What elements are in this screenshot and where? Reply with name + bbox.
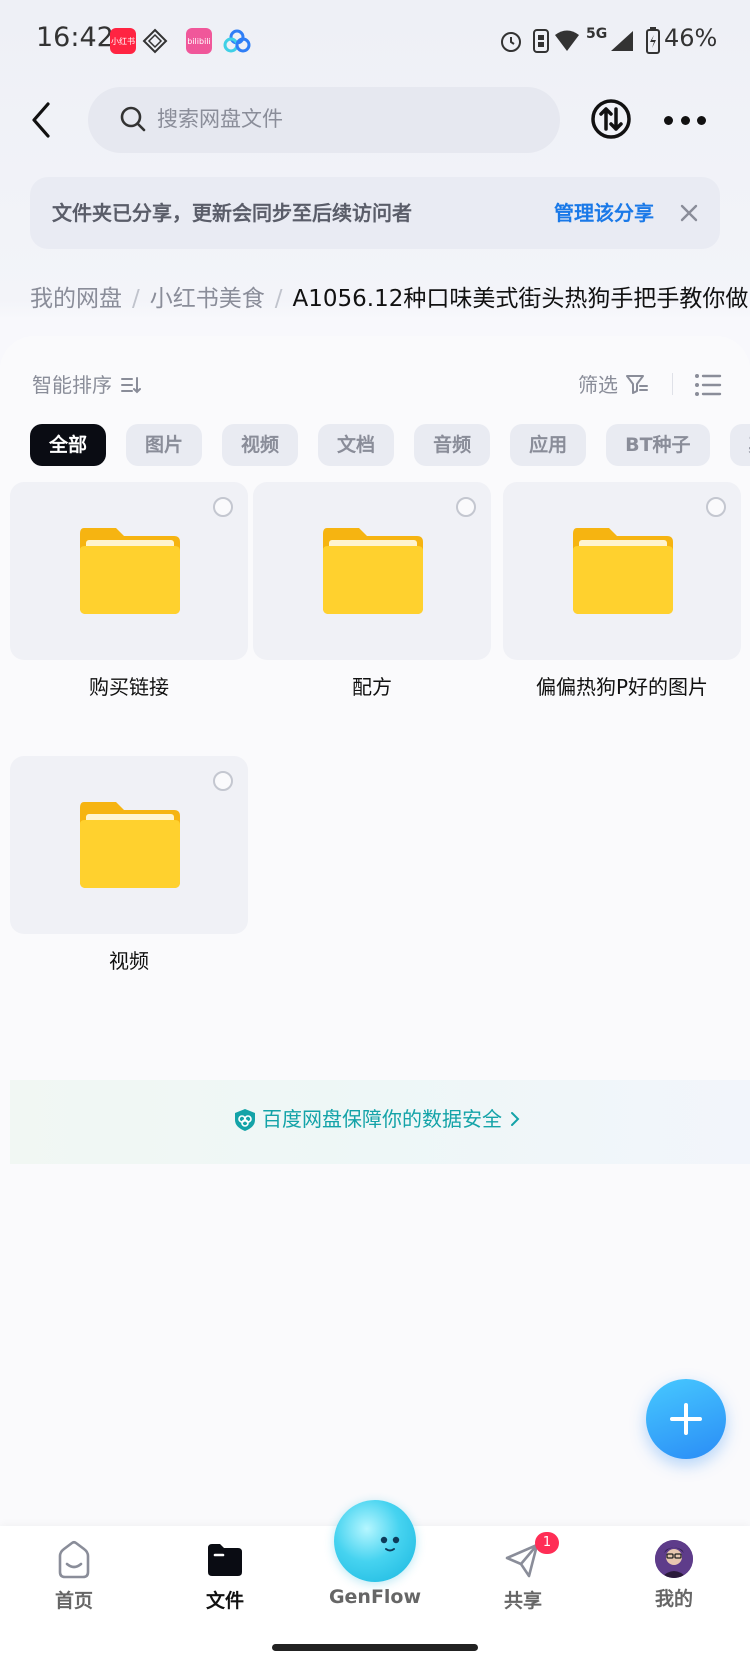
toolbar-divider: [672, 373, 673, 395]
file-type-filter-chips: 全部图片视频文档音频应用 BT种子其他: [30, 424, 750, 466]
shield-icon: [234, 1108, 256, 1132]
select-radio[interactable]: [456, 497, 476, 517]
folder-icon: [571, 524, 675, 616]
folder-name[interactable]: 购买链接: [10, 672, 248, 702]
chip-all[interactable]: 全部: [30, 424, 107, 466]
nav-label-files: 文件: [205, 1590, 244, 1612]
genflow-button[interactable]: [334, 1500, 416, 1582]
wifi-icon: [554, 26, 580, 56]
breadcrumb: 我的网盘 / 小红书美食 / A1056.12种口味美式街头热狗手把手教你做: [30, 282, 750, 316]
more-options-button[interactable]: [664, 102, 706, 138]
nav-item-home[interactable]: 首页: [14, 1540, 134, 1620]
signal-icon: [608, 26, 636, 56]
folder-icon: [205, 1540, 245, 1580]
chip-apps[interactable]: 应用: [510, 424, 587, 466]
breadcrumb-item-root[interactable]: 我的网盘: [30, 286, 122, 312]
security-text[interactable]: 百度网盘保障你的数据安全: [262, 1104, 502, 1134]
home-indicator: [272, 1644, 478, 1651]
notification-badge: 1: [535, 1532, 559, 1554]
search-icon: [118, 104, 148, 134]
folder-icon: [78, 524, 182, 616]
folder-name[interactable]: 配方: [253, 672, 491, 702]
breadcrumb-current: A1056.12种口味美式街头热狗手把手教你做: [292, 286, 749, 312]
filter-button[interactable]: 筛选: [578, 370, 618, 400]
nfc-icon: [530, 26, 552, 56]
cloud-app-icon: [222, 26, 252, 56]
folder-icon: [321, 524, 425, 616]
battery-icon: [644, 26, 662, 56]
chevron-left-icon: [32, 102, 50, 138]
nav-item-files[interactable]: 文件: [165, 1540, 285, 1620]
breadcrumb-separator: /: [274, 286, 283, 312]
chevron-right-icon: [509, 1111, 521, 1127]
folder-name[interactable]: 视频: [10, 946, 248, 976]
folder-icon: [78, 798, 182, 890]
chip-audio[interactable]: 音频: [414, 424, 491, 466]
avatar: [655, 1540, 693, 1578]
status-time: 16:42: [36, 22, 114, 53]
plus-icon: [670, 1403, 702, 1435]
chip-images[interactable]: 图片: [126, 424, 203, 466]
chip-other[interactable]: 其他: [729, 424, 750, 466]
close-banner-button[interactable]: [676, 200, 702, 226]
nav-label-home: 首页: [54, 1590, 93, 1612]
filter-icon: [625, 372, 649, 396]
sort-button[interactable]: 智能排序: [32, 370, 112, 400]
xiaohongshu-app-icon: 小红书: [110, 28, 136, 54]
chip-bt-seeds[interactable]: BT种子: [606, 424, 710, 466]
chip-videos[interactable]: 视频: [222, 424, 299, 466]
bilibili-app-icon: bilibili: [186, 28, 212, 54]
diamond-app-icon: [140, 26, 170, 56]
manage-share-link[interactable]: 管理该分享: [554, 198, 654, 228]
nav-label-share: 共享: [503, 1590, 542, 1612]
folder-name[interactable]: 偏偏热狗P好的图片: [503, 672, 741, 702]
list-view-icon: [695, 374, 722, 396]
nav-item-me[interactable]: 我的: [614, 1540, 734, 1620]
transfer-icon: [591, 99, 631, 139]
nav-label-genflow: GenFlow: [328, 1586, 422, 1608]
genflow-mascot-icon: [380, 1536, 400, 1552]
network-type: 5G: [586, 26, 608, 42]
chip-documents[interactable]: 文档: [318, 424, 395, 466]
select-radio[interactable]: [706, 497, 726, 517]
breadcrumb-separator: /: [132, 286, 140, 312]
nav-label-me: 我的: [654, 1588, 693, 1610]
back-button[interactable]: [22, 96, 70, 144]
search-placeholder: 搜索网盘文件: [157, 107, 283, 131]
close-icon: [680, 204, 698, 222]
transfer-button[interactable]: [590, 98, 632, 140]
add-button[interactable]: [646, 1379, 726, 1459]
list-view-toggle[interactable]: [694, 372, 722, 398]
nav-item-share[interactable]: 共享: [463, 1540, 583, 1620]
select-radio[interactable]: [213, 497, 233, 517]
share-banner-text: 文件夹已分享，更新会同步至后续访问者: [52, 201, 412, 225]
battery-level: 46%: [664, 24, 718, 52]
sort-icon: [120, 374, 142, 396]
select-radio[interactable]: [213, 771, 233, 791]
breadcrumb-item-parent[interactable]: 小红书美食: [150, 286, 265, 312]
alarm-icon: [498, 26, 524, 56]
home-icon: [54, 1540, 94, 1580]
